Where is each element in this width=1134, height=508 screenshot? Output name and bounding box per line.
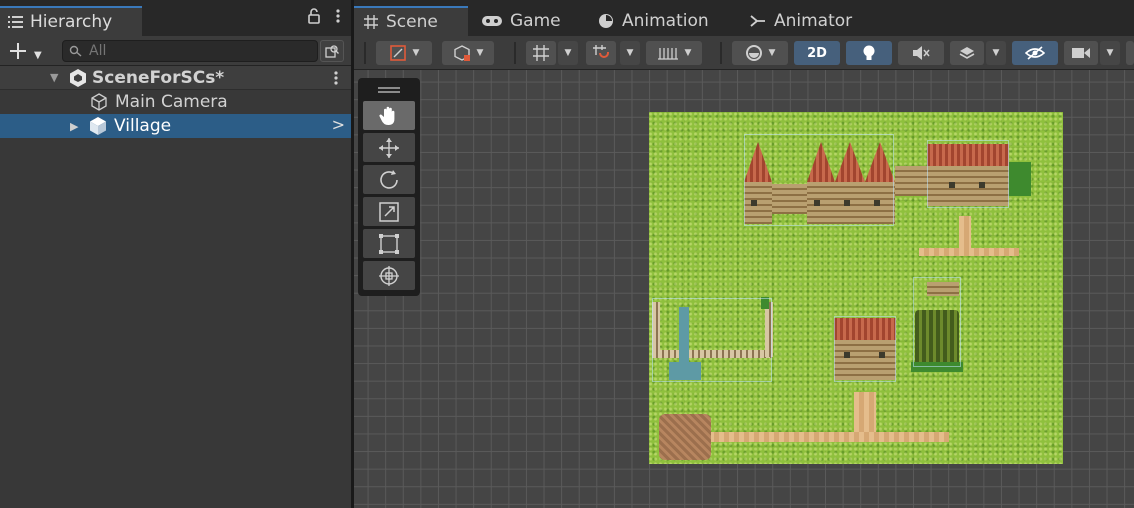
village-tilemap[interactable] — [649, 112, 1063, 464]
search-input[interactable] — [89, 43, 289, 59]
audio-toggle[interactable] — [898, 41, 944, 65]
village-label: Village — [114, 116, 172, 136]
tab-game[interactable]: Game — [472, 6, 571, 36]
lightbulb-icon — [863, 45, 875, 60]
chevron-down-icon: ▼ — [412, 48, 420, 58]
chevron-down-icon: ▼ — [476, 48, 484, 58]
tab-animation[interactable]: Animation — [588, 6, 719, 36]
main-camera-label: Main Camera — [115, 92, 228, 112]
search-field[interactable] — [62, 40, 318, 62]
rotate-tool-button[interactable] — [363, 165, 415, 194]
gameobject-icon — [91, 93, 107, 111]
camera-settings-button[interactable] — [1064, 41, 1098, 65]
hierarchy-tabbar: Hierarchy — [0, 0, 351, 36]
scale-icon — [379, 201, 399, 222]
render-mode-dropdown[interactable]: ▼ — [732, 41, 788, 65]
snap-icon — [593, 45, 609, 58]
move-tool-button[interactable] — [363, 133, 415, 162]
hierarchy-toolbar: ▼ — [0, 36, 351, 66]
plus-icon — [10, 43, 26, 59]
scene-viewport[interactable] — [354, 70, 1134, 508]
hierarchy-tab[interactable]: Hierarchy — [0, 6, 142, 36]
hierarchy-tab-label: Hierarchy — [30, 12, 113, 32]
add-object-button[interactable]: ▼ — [6, 39, 46, 63]
grid-toggle-button[interactable] — [526, 41, 556, 65]
shading-dropdown[interactable]: ▼ — [442, 41, 494, 65]
hidden-eye-icon — [1025, 46, 1045, 60]
expand-arrow-icon[interactable]: ▶ — [70, 120, 82, 133]
animator-icon — [750, 15, 765, 27]
hierarchy-item-scene[interactable]: ▼ SceneForSCs* — [0, 66, 351, 90]
cube-icon — [453, 45, 470, 61]
scene-name-label: SceneForSCs* — [92, 67, 225, 88]
effects-dropdown[interactable]: ▼ — [986, 41, 1006, 65]
chevron-down-icon: ▼ — [34, 50, 42, 61]
chevron-down-icon: ▼ — [684, 48, 692, 58]
camera-dropdown[interactable]: ▼ — [1100, 41, 1120, 65]
scene-tabbar: Scene Game Animation Animator — [354, 0, 1134, 36]
tab-animation-label: Animation — [622, 11, 709, 31]
hand-tool-button[interactable] — [363, 101, 415, 130]
increment-snap-dropdown[interactable]: ▼ — [646, 41, 702, 65]
scene-panel: Scene Game Animation Animator ▼ ▼ ▼ ▼ ▼ … — [354, 0, 1134, 508]
unity-scene-icon — [70, 68, 86, 87]
scale-tool-button[interactable] — [363, 197, 415, 226]
rect-tool-button[interactable] — [363, 229, 415, 258]
hierarchy-item-village[interactable]: ▶ Village > — [0, 114, 351, 138]
kebab-icon[interactable] — [335, 8, 341, 24]
prefab-icon — [90, 117, 106, 135]
scene-kebab-icon[interactable] — [333, 70, 339, 86]
tools-overlay — [358, 78, 420, 296]
grid-icon — [364, 15, 378, 29]
ruler-icon — [657, 48, 678, 60]
layers-icon — [959, 47, 975, 59]
gizmos-button[interactable] — [1126, 41, 1134, 65]
scene-visibility-toggle[interactable] — [1012, 41, 1058, 65]
transform-icon — [379, 265, 399, 286]
chevron-down-icon: ▼ — [768, 48, 776, 58]
audio-mute-icon — [913, 46, 930, 60]
chevron-right-icon[interactable]: > — [332, 115, 345, 134]
tab-scene[interactable]: Scene — [354, 6, 468, 36]
tab-animator[interactable]: Animator — [740, 6, 862, 36]
draw-mode-dropdown[interactable]: ▼ — [376, 41, 432, 65]
snap-toggle-button[interactable] — [586, 41, 616, 65]
rect-icon — [379, 233, 399, 254]
scene-toolbar: ▼ ▼ ▼ ▼ ▼ ▼ 2D ▼ ▼ — [354, 36, 1134, 70]
gamepad-icon — [482, 16, 502, 26]
hierarchy-item-main-camera[interactable]: Main Camera — [0, 90, 351, 114]
effects-toggle[interactable] — [950, 41, 984, 65]
hierarchy-panel: Hierarchy ▼ All ▼ SceneForSCs* Main Came… — [0, 0, 351, 508]
transform-tool-button[interactable] — [363, 261, 415, 290]
tab-animator-label: Animator — [774, 11, 853, 31]
overlay-drag-handle[interactable] — [363, 82, 415, 98]
rotate-icon — [380, 169, 398, 189]
tab-game-label: Game — [510, 11, 561, 31]
move-icon — [379, 137, 399, 158]
grid-snap-icon — [533, 45, 549, 61]
hand-icon — [379, 106, 395, 125]
lighting-toggle[interactable] — [846, 41, 892, 65]
camera-icon — [1072, 48, 1090, 58]
2d-mode-toggle[interactable]: 2D — [794, 41, 840, 65]
search-mode-icon — [325, 45, 339, 58]
2d-mode-label: 2D — [807, 45, 827, 61]
sphere-icon — [745, 45, 762, 61]
clock-icon — [599, 14, 613, 28]
list-icon — [8, 16, 23, 28]
snap-dropdown[interactable]: ▼ — [620, 41, 640, 65]
draw-mode-icon — [389, 45, 406, 61]
search-icon — [69, 45, 82, 57]
expand-arrow-icon[interactable]: ▼ — [50, 71, 62, 84]
tab-scene-label: Scene — [386, 12, 438, 32]
grid-dropdown[interactable]: ▼ — [558, 41, 578, 65]
search-mode-button[interactable] — [320, 40, 344, 62]
lock-icon[interactable] — [307, 8, 321, 24]
